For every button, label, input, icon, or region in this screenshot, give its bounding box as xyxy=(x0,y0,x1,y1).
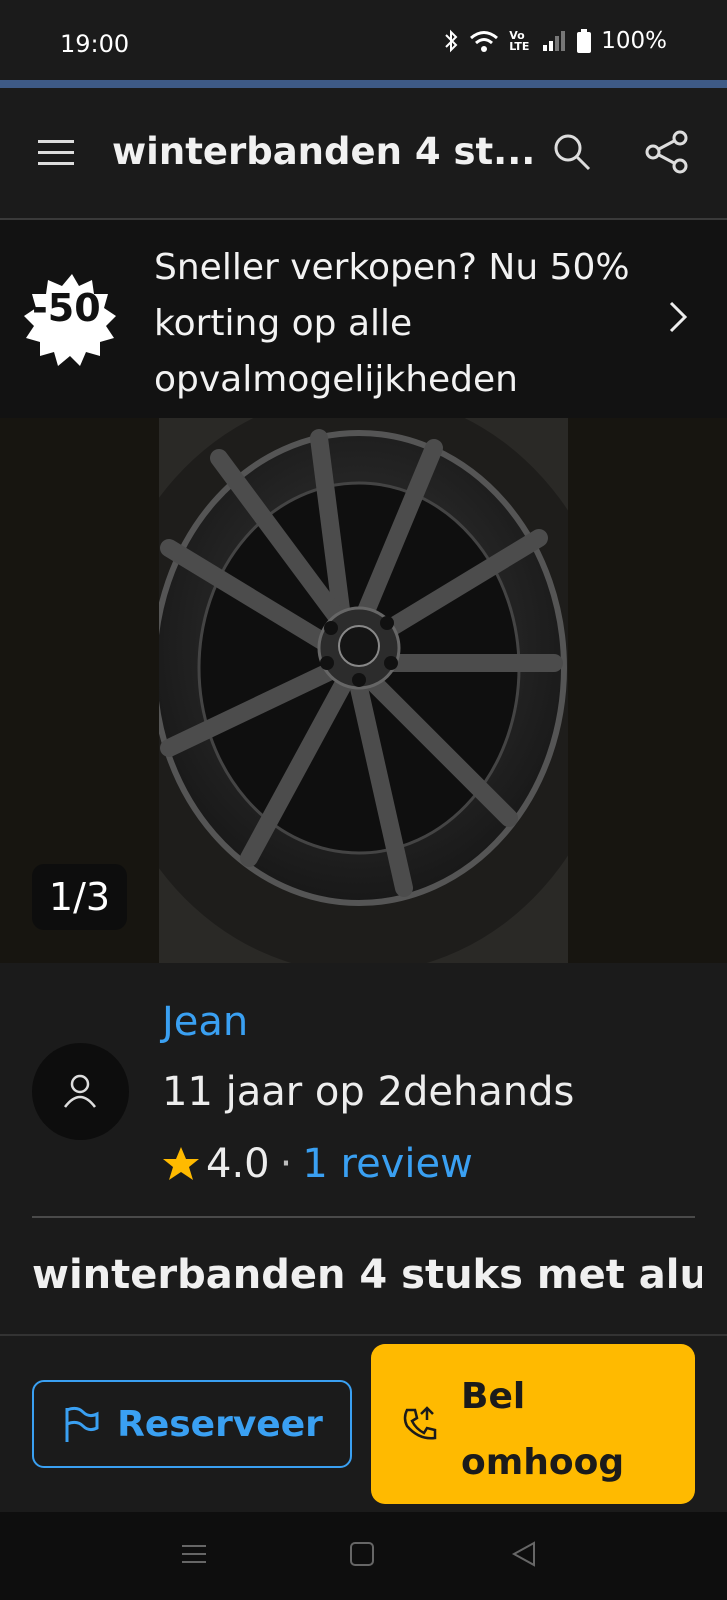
call-label-line1: Bel xyxy=(461,1376,526,1417)
wheel-image xyxy=(159,418,568,963)
status-time: 19:00 xyxy=(60,30,130,58)
seller-rating: 4.0 · 1 review xyxy=(162,1141,473,1187)
discount-badge: -50 xyxy=(22,270,122,374)
battery-percent: 100% xyxy=(601,28,667,54)
photo-gallery[interactable]: 1/3 xyxy=(0,418,727,963)
volte-label: Vo LTE xyxy=(509,29,530,53)
discount-badge-text: -50 xyxy=(32,286,101,330)
reserve-button[interactable]: Reserveer xyxy=(32,1380,352,1468)
rating-value: 4.0 xyxy=(206,1141,270,1187)
star-icon xyxy=(163,1147,199,1180)
seller-card[interactable]: Jean 11 jaar op 2dehands 4.0 · 1 review xyxy=(0,963,727,1218)
promo-banner[interactable]: -50 Sneller verkopen? Nu 50% korting op … xyxy=(0,220,727,418)
recents-icon[interactable] xyxy=(180,1540,208,1568)
status-icons: Vo LTE 100% xyxy=(443,28,667,54)
back-icon[interactable] xyxy=(510,1540,538,1568)
home-icon[interactable] xyxy=(348,1540,376,1568)
section-divider xyxy=(32,1216,695,1218)
seller-name[interactable]: Jean xyxy=(162,999,248,1045)
app-bar: winterbanden 4 st... xyxy=(0,88,727,220)
reviews-link[interactable]: 1 review xyxy=(302,1141,472,1187)
seller-membership: 11 jaar op 2dehands xyxy=(162,1069,575,1115)
flag-icon xyxy=(65,1406,99,1442)
signal-icon xyxy=(543,31,566,51)
accent-line xyxy=(0,80,727,88)
action-bar: Reserveer Bel omhoog xyxy=(0,1334,727,1514)
promo-text: Sneller verkopen? Nu 50% korting op alle… xyxy=(154,247,630,400)
status-bar: 19:00 Vo LTE 100% xyxy=(0,0,727,80)
search-icon[interactable] xyxy=(552,132,592,172)
ad-title: winterbanden 4 stuks met alu xyxy=(32,1252,702,1298)
battery-icon xyxy=(577,29,592,53)
share-icon[interactable] xyxy=(645,130,689,174)
call-button[interactable]: Bel omhoog xyxy=(371,1344,695,1504)
bluetooth-icon xyxy=(445,29,458,53)
page-title: winterbanden 4 st... xyxy=(112,130,536,173)
chevron-right-icon[interactable] xyxy=(668,300,688,334)
photo-counter: 1/3 xyxy=(32,864,127,930)
rating-separator: · xyxy=(279,1141,293,1187)
wifi-icon xyxy=(470,31,499,52)
call-label-line2: omhoog xyxy=(461,1442,625,1483)
listing-photo[interactable] xyxy=(159,418,568,963)
user-icon xyxy=(64,1074,96,1108)
reserve-label: Reserveer xyxy=(117,1403,323,1445)
system-nav-bar xyxy=(0,1512,727,1600)
avatar[interactable] xyxy=(32,1043,129,1140)
menu-icon[interactable] xyxy=(36,136,76,170)
phone-callback-icon xyxy=(403,1406,437,1440)
